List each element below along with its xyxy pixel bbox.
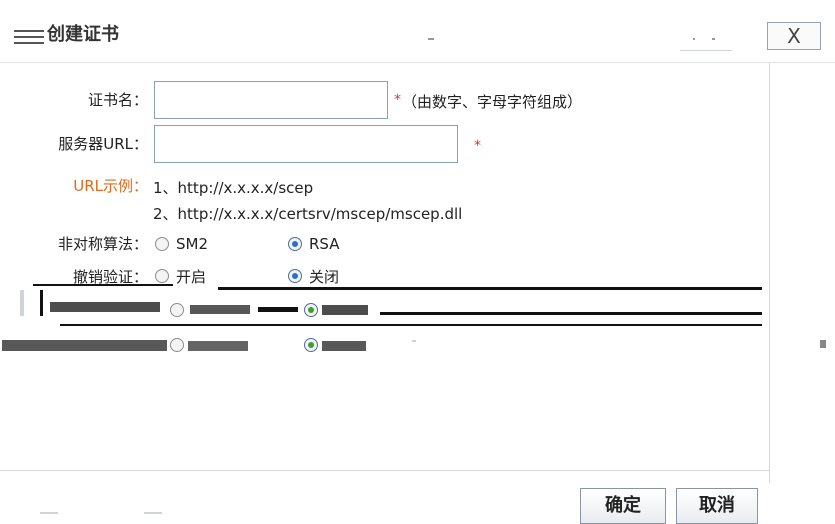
algorithm-rsa-label: RSA — [309, 235, 340, 253]
server-url-input[interactable] — [154, 125, 458, 163]
glitch-line — [258, 307, 298, 312]
cert-name-label: 证书名： — [87, 91, 148, 109]
glitch-text — [188, 341, 248, 351]
revocation-label: 撤销验证： — [72, 268, 148, 286]
footer-artifact — [144, 512, 162, 514]
footer-divider — [0, 470, 770, 471]
glitch-text — [50, 302, 160, 312]
glitch-line — [60, 324, 762, 326]
header-divider — [0, 62, 835, 63]
server-url-label: 服务器URL： — [58, 135, 148, 153]
menu-icon — [14, 30, 44, 44]
glitch-line — [380, 312, 762, 315]
dialog-header: 创建证书 X — [0, 0, 835, 62]
glitch-radio — [170, 338, 184, 352]
ok-button[interactable]: 确定 — [580, 488, 666, 524]
header-artifact — [693, 38, 695, 40]
header-artifact — [680, 50, 732, 51]
algorithm-rsa-radio[interactable] — [288, 237, 302, 251]
glitch-radio-selected — [304, 338, 318, 352]
glitch-radio-selected — [304, 303, 318, 317]
dialog-title: 创建证书 — [47, 24, 119, 45]
revocation-enable-label: 开启 — [176, 268, 207, 286]
glitch-text — [322, 305, 368, 315]
footer-artifact — [40, 512, 58, 514]
cert-name-hint: （由数字、字母字符组成） — [402, 93, 583, 111]
close-icon: X — [787, 24, 801, 48]
server-url-required-mark: * — [474, 138, 481, 154]
glitch-text — [2, 340, 167, 351]
cert-name-required-mark: * — [394, 92, 401, 108]
content-right-border — [769, 63, 770, 483]
glitch-mark — [412, 340, 416, 342]
algorithm-sm2-label: SM2 — [176, 235, 209, 253]
close-button[interactable]: X — [767, 22, 821, 50]
revocation-disable-radio[interactable] — [288, 269, 302, 283]
cancel-button[interactable]: 取消 — [676, 488, 758, 524]
glitch-radio — [170, 303, 184, 317]
algorithm-sm2-radio[interactable] — [155, 237, 169, 251]
revocation-disable-label: 关闭 — [309, 268, 340, 286]
glitch-text — [322, 341, 366, 351]
glitch-line — [33, 284, 173, 286]
glitch-mark — [40, 290, 43, 316]
algorithm-label: 非对称算法： — [57, 235, 148, 253]
glitch-mark — [820, 340, 826, 348]
url-example-label: URL示例： — [73, 177, 148, 195]
cert-name-input[interactable] — [154, 81, 388, 119]
revocation-enable-radio[interactable] — [155, 269, 169, 283]
header-artifact — [712, 38, 715, 40]
url-example-line1: 1、http://x.x.x.x/scep — [153, 179, 314, 197]
header-artifact — [428, 38, 434, 40]
glitch-line — [218, 287, 762, 290]
url-example-line2: 2、http://x.x.x.x/certsrv/mscep/mscep.dll — [153, 205, 463, 223]
glitch-mark — [20, 290, 24, 316]
glitch-text — [190, 305, 250, 314]
create-certificate-dialog: 创建证书 X 证书名： * （由数字、字母字符组成） 服务器URL： * URL… — [0, 0, 835, 524]
